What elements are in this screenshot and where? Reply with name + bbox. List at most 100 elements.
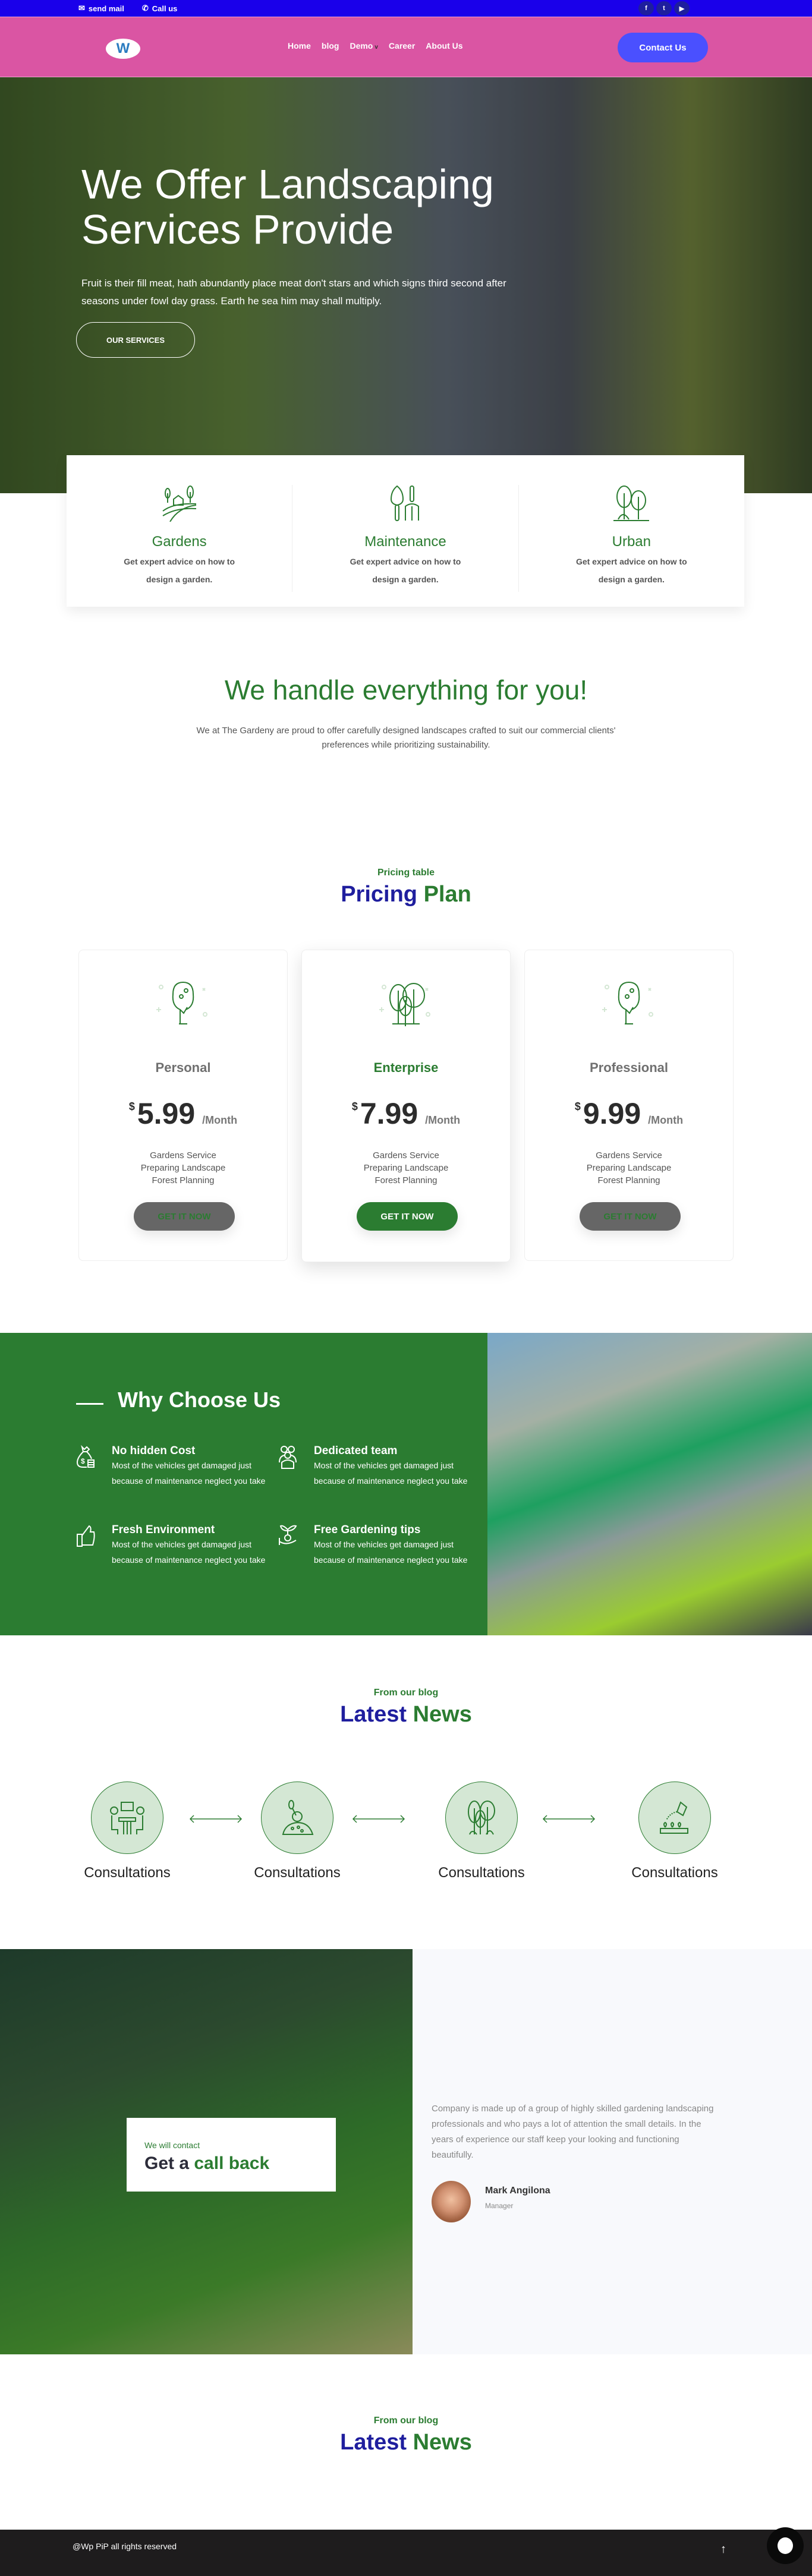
hero-description: Fruit is their fill meat, hath abundantl…	[81, 278, 506, 307]
plan-name: Enterprise	[373, 1060, 439, 1075]
news2-title-a: Latest	[340, 2430, 407, 2455]
plan-features: Gardens Service Preparing Landscape Fore…	[302, 1149, 510, 1187]
why-item: $ No hidden Cost Most of the vehicles ge…	[76, 1445, 272, 1489]
trees-icon	[468, 1801, 495, 1835]
youtube-icon[interactable]: ▶	[674, 1, 690, 15]
plan-feature: Gardens Service	[596, 1150, 662, 1161]
pricing-title: Pricing Plan	[0, 882, 812, 907]
plan-feature: Gardens Service	[150, 1150, 216, 1161]
pricing-header: Pricing table Pricing Plan	[0, 868, 812, 907]
send-mail-link[interactable]: ✉ send mail	[78, 4, 124, 13]
plan-price: $5.99/Month	[79, 1098, 287, 1129]
service-card-urban[interactable]: Urban Get expert advice on how to design…	[519, 485, 744, 592]
avatar	[432, 2181, 471, 2222]
tree-icon	[602, 982, 653, 1024]
plan-feature: Forest Planning	[374, 1175, 438, 1185]
facebook-icon[interactable]: f	[638, 1, 654, 15]
nav-item-demo[interactable]: Demo v	[350, 41, 377, 51]
process-step[interactable]: Consultations	[609, 1782, 740, 1881]
handle-text: We at The Gardeny are proud to offer car…	[196, 726, 616, 750]
nav-item-about[interactable]: About Us	[426, 41, 462, 51]
trees-icon	[379, 983, 430, 1026]
plan-price: $9.99/Month	[525, 1098, 733, 1129]
testimonial-section: Company is made up of a group of highly …	[413, 1949, 812, 2354]
callback-title-a: Get a	[144, 2154, 194, 2173]
why-item-text: Most of the vehicles get damaged just be…	[314, 1540, 468, 1565]
why-item-text: Most of the vehicles get damaged just be…	[112, 1461, 266, 1486]
pricing-card-enterprise: Enterprise $7.99/Month Gardens Service P…	[301, 950, 511, 1262]
service-text: Get expert advice on how to design a gar…	[350, 557, 461, 584]
process-step[interactable]: Consultations	[232, 1782, 363, 1881]
service-title: Maintenance	[364, 534, 446, 550]
money-bag-icon: $	[76, 1445, 95, 1468]
price-period: /Month	[202, 1114, 238, 1126]
process-step[interactable]: Consultations	[62, 1782, 193, 1881]
plan-features: Gardens Service Preparing Landscape Fore…	[525, 1149, 733, 1187]
news2-title: Latest News	[0, 2430, 812, 2455]
plan-name: Professional	[589, 1060, 669, 1075]
chat-widget-button[interactable]	[767, 2527, 804, 2564]
handle-title: We handle everything for you!	[224, 674, 588, 705]
get-it-now-button[interactable]: GET IT NOW	[580, 1202, 681, 1231]
callback-subtitle: We will contact	[144, 2140, 200, 2150]
footer: @Wp PiP all rights reserved ↑	[0, 2530, 812, 2576]
news-subtitle: From our blog	[373, 1688, 439, 1698]
callback-box[interactable]: We will contact Get a call back	[127, 2118, 336, 2192]
news2-subtitle: From our blog	[373, 2416, 439, 2426]
service-card-maintenance[interactable]: Maintenance Get expert advice on how to …	[292, 485, 519, 592]
price-amount: 9.99	[583, 1097, 641, 1130]
mail-icon: ✉	[78, 4, 85, 12]
top-bar: ✉ send mail ✆ Call us f t ▶	[0, 0, 812, 17]
gardener-image	[487, 1333, 812, 1635]
why-item-title: Dedicated team	[314, 1445, 398, 1457]
step-label: Consultations	[254, 1865, 341, 1881]
currency: $	[574, 1101, 581, 1112]
step-circle	[445, 1782, 518, 1854]
call-us-link[interactable]: ✆ Call us	[142, 4, 178, 13]
pricing-card-professional: Professional $9.99/Month Gardens Service…	[524, 950, 734, 1261]
step-circle	[91, 1782, 163, 1854]
contact-us-button[interactable]: Contact Us	[618, 33, 708, 62]
why-item: Fresh Environment Most of the vehicles g…	[76, 1524, 272, 1568]
garden-tools-icon	[390, 485, 419, 521]
testimonial-text: Company is made up of a group of highly …	[432, 2104, 714, 2160]
plan-feature: Preparing Landscape	[140, 1163, 226, 1173]
thumbs-up-icon	[77, 1525, 95, 1547]
pricing-title-a: Pricing	[341, 882, 417, 907]
plan-features: Gardens Service Preparing Landscape Fore…	[79, 1149, 287, 1187]
nav-item-home[interactable]: Home	[288, 41, 311, 51]
nav-item-career[interactable]: Career	[389, 41, 415, 51]
nav-item-demo-label: Demo	[350, 41, 373, 51]
price-period: /Month	[425, 1114, 461, 1126]
why-item-title: Fresh Environment	[112, 1524, 215, 1536]
latest-news-header-2: From our blog Latest News	[0, 2416, 812, 2455]
latest-news-header: From our blog Latest News	[0, 1688, 812, 1727]
callback-title: Get a call back	[144, 2154, 336, 2174]
twitter-icon[interactable]: t	[656, 1, 672, 15]
scroll-top-icon[interactable]: ↑	[720, 2543, 726, 2556]
chevron-down-icon: v	[374, 44, 378, 51]
logo[interactable]: W	[106, 39, 140, 59]
callback-section: We will contact Get a call back	[0, 1949, 413, 2354]
get-it-now-button[interactable]: GET IT NOW	[357, 1202, 458, 1231]
nav-menu: Home blog Demo v Career About Us	[288, 41, 463, 51]
garden-farm-icon	[162, 485, 196, 522]
process-step[interactable]: Consultations	[416, 1782, 547, 1881]
why-item-title: Free Gardening tips	[314, 1524, 421, 1536]
service-card-gardens[interactable]: Gardens Get expert advice on how to desi…	[67, 485, 293, 592]
price-period: /Month	[648, 1114, 684, 1126]
get-it-now-button[interactable]: GET IT NOW	[134, 1202, 235, 1231]
testimonial-role: Manager	[485, 2202, 514, 2210]
hero-section: We Offer Landscaping Services Provide Fr…	[0, 77, 812, 493]
plan-feature: Gardens Service	[373, 1150, 439, 1161]
trees-icon	[613, 485, 650, 521]
pricing-title-b: Plan	[423, 882, 471, 907]
watering-can-icon	[660, 1801, 688, 1834]
why-item-title: No hidden Cost	[112, 1445, 196, 1457]
plan-feature: Forest Planning	[152, 1175, 215, 1185]
tree-icon	[156, 982, 207, 1024]
copyright: @Wp PiP all rights reserved	[73, 2542, 177, 2551]
our-services-button[interactable]: OUR SERVICES	[76, 322, 195, 358]
plan-feature: Preparing Landscape	[586, 1163, 672, 1173]
nav-item-blog[interactable]: blog	[322, 41, 339, 51]
